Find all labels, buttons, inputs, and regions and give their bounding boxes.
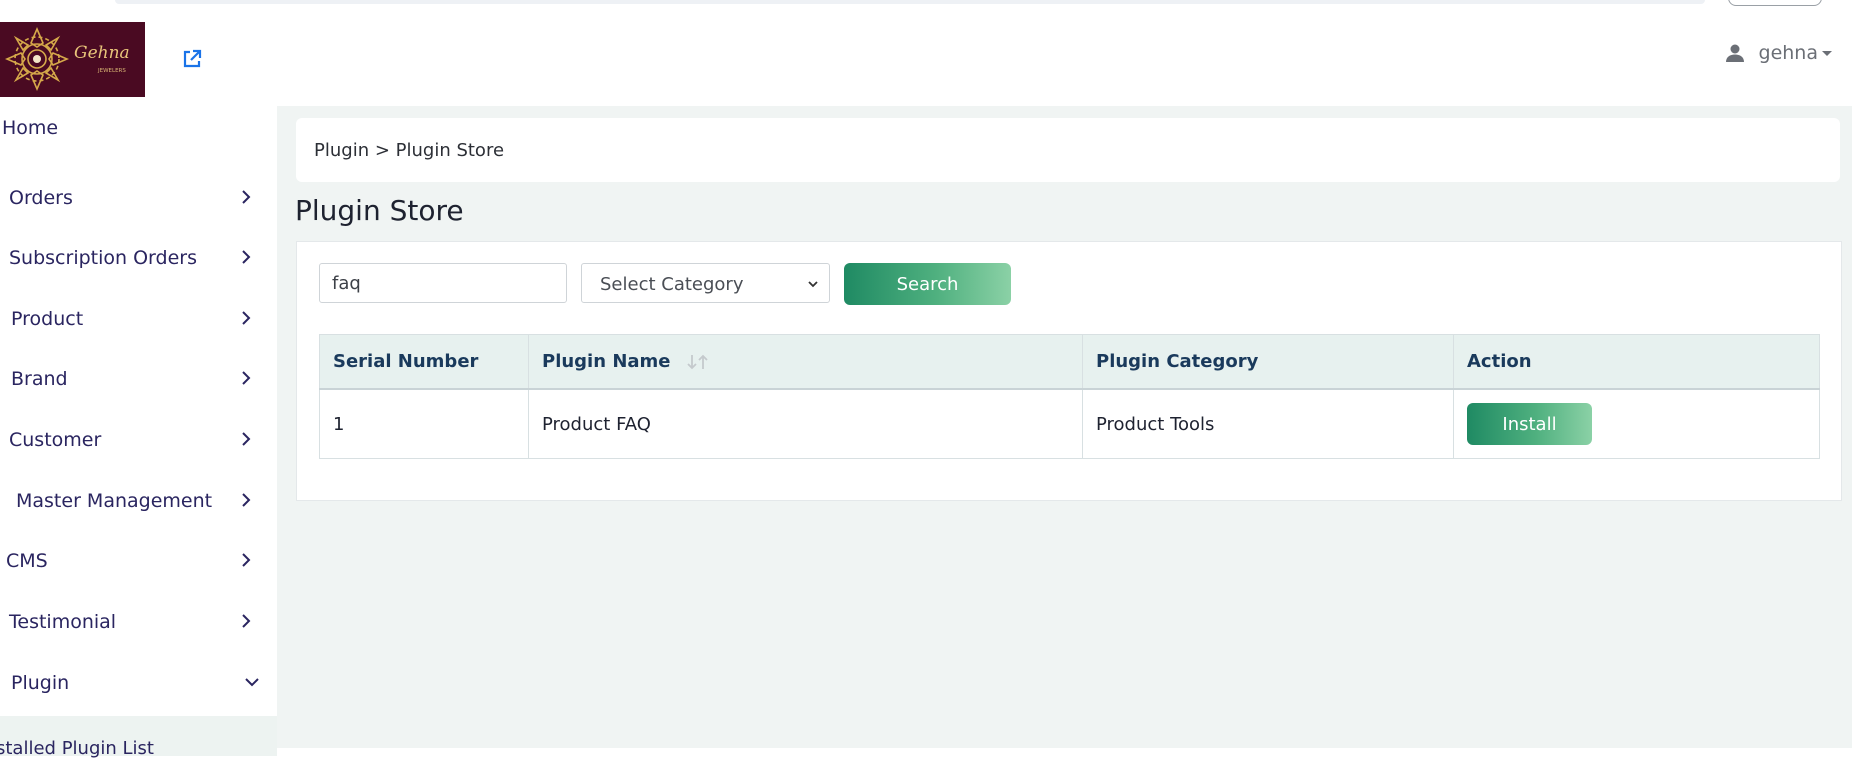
chevron-right-icon <box>242 614 251 628</box>
caret-down-icon <box>1822 50 1832 56</box>
column-header-plugin-category: Plugin Category <box>1082 334 1454 390</box>
cell-action: Install <box>1453 388 1820 459</box>
sidebar-item-label: Product <box>11 308 84 330</box>
column-header-serial-number: Serial Number <box>319 334 529 390</box>
sidebar-item-brand[interactable]: Brand <box>0 357 277 401</box>
sidebar-item-orders[interactable]: Orders <box>0 176 277 220</box>
user-name: gehna <box>1758 42 1818 64</box>
sidebar-item-subscription-orders[interactable]: Subscription Orders <box>0 236 277 280</box>
sidebar-item-label: Testimonial <box>9 611 117 633</box>
table-row: 1 Product FAQ Product Tools Install <box>319 388 1820 459</box>
sidebar-item-master-management[interactable]: Master Management <box>0 479 277 523</box>
category-select[interactable]: Select Category <box>581 263 830 303</box>
search-input[interactable] <box>319 263 567 303</box>
sidebar-item-label: Orders <box>9 187 73 209</box>
address-bar-fragment <box>115 0 1705 4</box>
main-content: Plugin > Plugin Store Plugin Store Selec… <box>277 106 1852 748</box>
sidebar-item-label: Subscription Orders <box>9 247 197 269</box>
sidebar-item-testimonial[interactable]: Testimonial <box>0 600 277 644</box>
install-button[interactable]: Install <box>1467 403 1592 445</box>
search-button[interactable]: Search <box>844 263 1011 305</box>
sidebar-item-plugin[interactable]: Plugin <box>0 661 277 705</box>
cell-plugin-name: Product FAQ <box>528 388 1083 459</box>
sort-icon[interactable] <box>685 353 711 371</box>
sidebar: Home Orders Subscription Orders Product … <box>0 106 277 759</box>
plugin-table: Serial Number Plugin Name Plugin Categor… <box>319 334 1820 459</box>
browser-button-fragment <box>1728 0 1822 6</box>
logo-mandala-icon: Gehna JEWELERS <box>0 22 145 97</box>
category-select-value: Select Category <box>600 274 744 295</box>
column-header-plugin-name[interactable]: Plugin Name <box>528 334 1083 390</box>
svg-text:Gehna: Gehna <box>74 43 130 63</box>
svg-text:JEWELERS: JEWELERS <box>97 68 126 74</box>
chevron-right-icon <box>242 311 251 325</box>
sidebar-item-label: CMS <box>6 550 48 572</box>
sidebar-item-cms[interactable]: CMS <box>0 539 277 583</box>
chevron-right-icon <box>242 371 251 385</box>
sidebar-item-label: Home <box>2 117 59 139</box>
open-store-external-icon[interactable] <box>181 48 203 70</box>
user-icon <box>1725 44 1744 62</box>
sidebar-item-label: Customer <box>9 429 102 451</box>
chevron-right-icon <box>242 493 251 507</box>
app-header: Gehna JEWELERS gehna <box>0 12 1852 106</box>
page-title: Plugin Store <box>295 194 464 227</box>
chevron-right-icon <box>242 432 251 446</box>
chevron-down-icon <box>245 678 259 687</box>
chevron-right-icon <box>242 250 251 264</box>
chevron-right-icon <box>242 190 251 204</box>
brand-logo[interactable]: Gehna JEWELERS <box>0 22 145 97</box>
cell-plugin-category: Product Tools <box>1082 388 1454 459</box>
sidebar-item-customer[interactable]: Customer <box>0 418 277 462</box>
cell-serial: 1 <box>319 388 529 459</box>
column-header-label: Plugin Name <box>542 351 671 372</box>
table-header-row: Serial Number Plugin Name Plugin Categor… <box>319 334 1820 390</box>
breadcrumb: Plugin > Plugin Store <box>314 140 505 161</box>
sidebar-item-home[interactable]: Home <box>0 106 277 150</box>
sidebar-item-product[interactable]: Product <box>0 297 277 341</box>
breadcrumb-card: Plugin > Plugin Store <box>296 118 1840 182</box>
column-header-action: Action <box>1453 334 1820 390</box>
sidebar-item-label: Master Management <box>16 490 213 512</box>
sidebar-subitem-installed-plugin-list[interactable]: stalled Plugin List <box>0 716 277 759</box>
chevron-down-icon <box>808 281 818 288</box>
sidebar-item-label: Brand <box>11 368 68 390</box>
plugin-store-panel: Select Category Search Serial Number Plu… <box>296 241 1842 501</box>
chevron-right-icon <box>242 553 251 567</box>
user-menu[interactable]: gehna <box>1725 42 1832 64</box>
sidebar-subitem-label: stalled Plugin List <box>0 738 154 759</box>
sidebar-item-label: Plugin <box>11 672 70 694</box>
